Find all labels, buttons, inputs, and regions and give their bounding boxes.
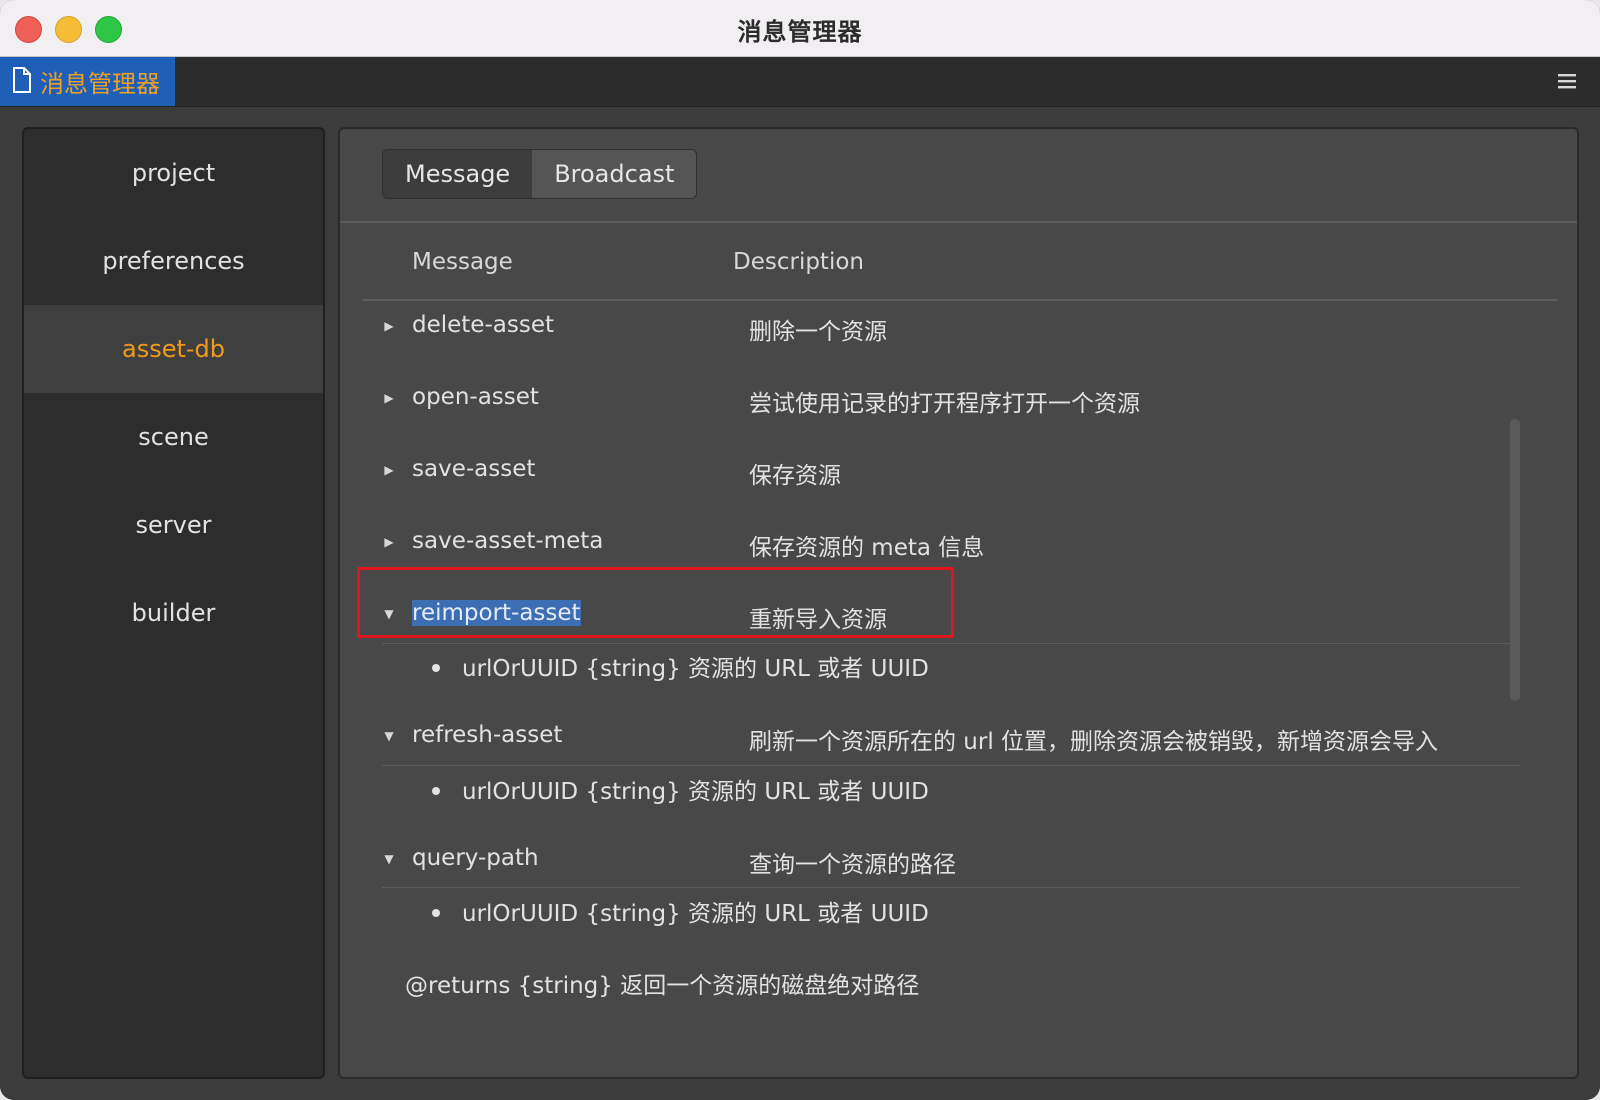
message-description: 删除一个资源 <box>749 319 887 345</box>
param-item: urlOrUUID {string} 资源的 URL 或者 UUID <box>432 772 929 806</box>
param-item: urlOrUUID {string} 资源的 URL 或者 UUID <box>432 649 929 683</box>
sidebar-item-server[interactable]: server <box>24 481 323 569</box>
message-description: 刷新一个资源所在的 url 位置，删除资源会被销毁，新增资源会导入 <box>749 729 1439 755</box>
collapse-arrow-icon[interactable]: ▼ <box>380 716 398 756</box>
panel-tab-label: 消息管理器 <box>40 70 160 98</box>
app-window: 消息管理器 消息管理器 project preferences asset-db <box>0 0 1600 1100</box>
panel-tab-bar: 消息管理器 <box>0 57 1600 107</box>
message-name: save-asset-meta <box>412 528 604 554</box>
hamburger-menu-icon[interactable] <box>1554 69 1580 93</box>
row-divider <box>382 765 1520 766</box>
message-description: 保存资源 <box>749 463 841 489</box>
message-description: 查询一个资源的路径 <box>749 852 956 878</box>
expand-arrow-icon[interactable]: ▶ <box>380 450 398 490</box>
title-bar: 消息管理器 <box>0 0 1600 57</box>
param-text: urlOrUUID {string} 资源的 URL 或者 UUID <box>462 901 929 927</box>
expand-arrow-icon[interactable]: ▶ <box>380 522 398 562</box>
collapse-arrow-icon[interactable]: ▼ <box>380 839 398 879</box>
sidebar-item-builder[interactable]: builder <box>24 569 323 657</box>
header-divider <box>362 299 1558 301</box>
param-text: urlOrUUID {string} 资源的 URL 或者 UUID <box>462 779 929 805</box>
sidebar: project preferences asset-db scene serve… <box>22 127 325 1079</box>
tab-message[interactable]: Message <box>383 150 533 198</box>
divider <box>340 221 1577 223</box>
sidebar-item-preferences[interactable]: preferences <box>24 217 323 305</box>
column-header-description: Description <box>733 249 864 275</box>
tab-switcher: Message Broadcast <box>382 149 698 199</box>
vertical-scrollbar[interactable] <box>1510 419 1520 701</box>
tab-broadcast[interactable]: Broadcast <box>532 150 697 198</box>
bullet-icon <box>432 786 440 795</box>
panel-tab-message-manager[interactable]: 消息管理器 <box>0 57 175 106</box>
message-name: save-asset <box>412 456 536 482</box>
annotation-highlight-box <box>357 567 954 638</box>
message-name: refresh-asset <box>412 722 563 748</box>
message-name: open-asset <box>412 384 539 410</box>
sidebar-item-project[interactable]: project <box>24 129 323 217</box>
message-description: 保存资源的 meta 信息 <box>749 535 985 561</box>
sidebar-item-scene[interactable]: scene <box>24 393 323 481</box>
column-header-message: Message <box>412 249 513 275</box>
message-name: delete-asset <box>412 312 554 338</box>
row-divider <box>382 643 1520 644</box>
bullet-icon <box>432 663 440 672</box>
sidebar-item-asset-db[interactable]: asset-db <box>24 305 323 393</box>
param-text: urlOrUUID {string} 资源的 URL 或者 UUID <box>462 656 929 682</box>
message-name: query-path <box>412 845 539 871</box>
bullet-icon <box>432 908 440 917</box>
row-divider <box>382 887 1520 888</box>
message-description: 尝试使用记录的打开程序打开一个资源 <box>749 391 1140 417</box>
window-title: 消息管理器 <box>737 18 863 46</box>
returns-text: @returns {string} 返回一个资源的磁盘绝对路径 <box>405 973 920 999</box>
param-item: urlOrUUID {string} 资源的 URL 或者 UUID <box>432 894 929 928</box>
expand-arrow-icon[interactable]: ▶ <box>380 306 398 346</box>
expand-arrow-icon[interactable]: ▶ <box>380 378 398 418</box>
document-icon <box>12 66 32 97</box>
